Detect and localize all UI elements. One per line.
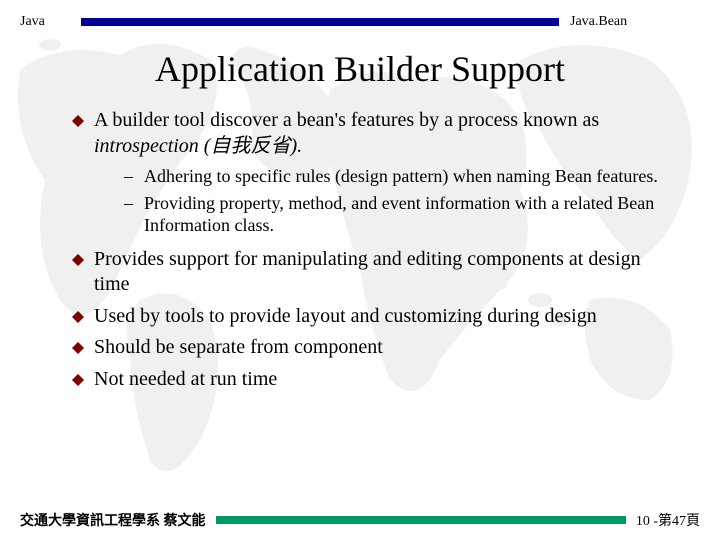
slide: Java Java.Bean Application Builder Suppo… (0, 0, 720, 540)
footer-right: 10 -第47頁 (636, 510, 700, 530)
sub-list: Adhering to specific rules (design patte… (70, 165, 675, 237)
bullet-item: Should be separate from component (70, 335, 675, 361)
bullet-item: Provides support for manipulating and ed… (70, 247, 675, 298)
bullet-text-pre: A builder tool discover a bean's feature… (94, 109, 599, 131)
diamond-icon (72, 311, 84, 323)
diamond-icon (72, 254, 84, 266)
bullet-item: Used by tools to provide layout and cust… (70, 304, 675, 330)
bullet-text: Used by tools to provide layout and cust… (94, 305, 597, 327)
page-title: Application Builder Support (0, 48, 720, 90)
bullet-text-em: introspection (自我反省). (94, 135, 302, 157)
sub-bullet-text: Providing property, method, and event in… (144, 193, 654, 236)
header-rule (81, 18, 559, 26)
sub-bullet-text: Adhering to specific rules (design patte… (144, 166, 658, 186)
diamond-icon (72, 374, 84, 386)
sub-bullet-item: Adhering to specific rules (design patte… (124, 165, 675, 188)
footer-bar: 交通大學資訊工程學系 蔡文能 10 -第47頁 (0, 510, 720, 530)
bullet-text: Not needed at run time (94, 368, 277, 390)
diamond-icon (72, 342, 84, 354)
bullet-item: Not needed at run time (70, 367, 675, 393)
header-right: Java.Bean (565, 14, 700, 30)
header-bar: Java Java.Bean (0, 0, 720, 36)
header-left: Java (20, 14, 75, 30)
content-area: A builder tool discover a bean's feature… (0, 108, 720, 393)
diamond-icon (72, 115, 84, 127)
bullet-text: Should be separate from component (94, 336, 383, 358)
bullet-item: A builder tool discover a bean's feature… (70, 108, 675, 159)
footer-left: 交通大學資訊工程學系 蔡文能 (20, 510, 206, 530)
bullet-text: Provides support for manipulating and ed… (94, 248, 641, 296)
sub-bullet-item: Providing property, method, and event in… (124, 192, 675, 237)
footer-rule (216, 516, 626, 524)
